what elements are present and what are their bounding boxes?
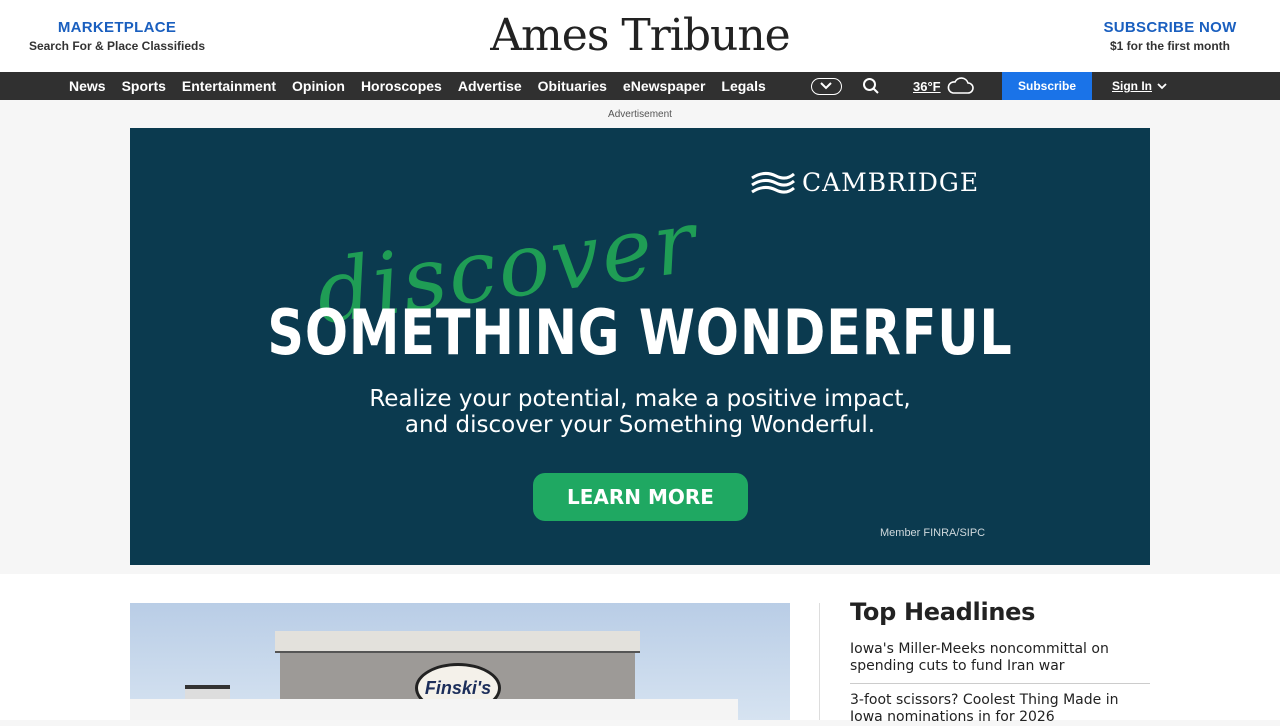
nav-item-advertise[interactable]: Advertise — [450, 72, 530, 100]
ad-brand-name: CAMBRIDGE — [802, 168, 980, 197]
chevron-down-icon — [1157, 82, 1167, 89]
sign-in-label: Sign In — [1112, 79, 1152, 93]
nav-items: News Sports Entertainment Opinion Horosc… — [61, 72, 774, 100]
weather-widget[interactable]: 36°F — [913, 72, 974, 100]
column-divider — [819, 603, 820, 720]
nav-item-enewspaper[interactable]: eNewspaper — [615, 72, 713, 100]
ad-body-line-1: Realize your potential, make a positive … — [369, 386, 911, 412]
headline-link[interactable]: Iowa's Miller-Meeks noncommittal on spen… — [850, 641, 1150, 675]
headline-link[interactable]: 3-foot scissors? Coolest Thing Made in I… — [850, 692, 1150, 726]
ad-disclaimer: Member FINRA/SIPC — [880, 527, 986, 539]
weather-temperature: 36°F — [913, 78, 941, 94]
search-button[interactable] — [862, 77, 880, 95]
nav-item-entertainment[interactable]: Entertainment — [174, 72, 284, 100]
subscribe-now-link[interactable]: SUBSCRIBE NOW $1 for the first month — [1080, 19, 1260, 53]
main-content: Finski's Top Headlines Iowa's Miller-Mee… — [0, 574, 1280, 725]
ad-body-line-2: and discover your Something Wonderful. — [404, 412, 876, 438]
nav-item-sports[interactable]: Sports — [114, 72, 174, 100]
masthead: MARKETPLACE Search For & Place Classifie… — [0, 0, 1280, 72]
search-icon — [863, 78, 879, 94]
subscribe-button[interactable]: Subscribe — [1002, 72, 1092, 100]
nav-item-legals[interactable]: Legals — [713, 72, 773, 100]
cloud-icon — [947, 77, 974, 94]
cambridge-logo-icon — [751, 171, 795, 194]
hero-building-cornice — [275, 631, 640, 653]
chevron-down-icon — [820, 82, 832, 90]
ad-headline: SOMETHING WONDERFUL — [267, 296, 1013, 369]
learn-more-button[interactable]: LEARN MORE — [533, 473, 748, 521]
main-nav: News Sports Entertainment Opinion Horosc… — [0, 72, 1280, 100]
hero-image[interactable]: Finski's — [130, 603, 790, 720]
headline-divider — [850, 683, 1150, 684]
nav-item-news[interactable]: News — [61, 72, 114, 100]
subscribe-offer: $1 for the first month — [1109, 39, 1230, 53]
nav-item-horoscopes[interactable]: Horoscopes — [353, 72, 450, 100]
hero-caption-overlay — [130, 699, 738, 720]
nav-item-obituaries[interactable]: Obituaries — [530, 72, 615, 100]
ad-brand: CAMBRIDGE — [750, 168, 979, 197]
banner-advertisement[interactable]: CAMBRIDGE discover SOMETHING WONDERFUL R… — [130, 128, 1150, 565]
advertisement-label: Advertisement — [608, 109, 672, 120]
nav-item-opinion[interactable]: Opinion — [284, 72, 353, 100]
sign-in-button[interactable]: Sign In — [1112, 72, 1167, 100]
subscribe-now-label: SUBSCRIBE NOW — [1103, 19, 1237, 36]
more-menu-button[interactable] — [811, 78, 842, 95]
ad-body: Realize your potential, make a positive … — [130, 386, 1150, 438]
top-headlines-title: Top Headlines — [850, 598, 1036, 626]
